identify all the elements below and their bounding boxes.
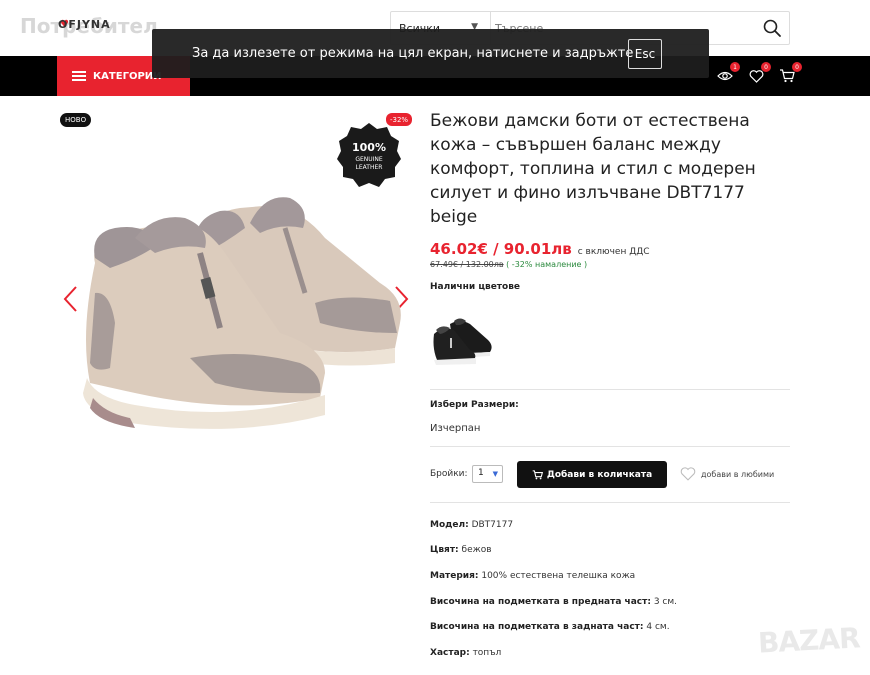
site-logo[interactable]: Потребител ♥ OFJYNA [20,14,158,38]
add-to-cart-button[interactable]: Добави в количката [517,461,667,488]
hamburger-icon [72,71,86,81]
spec-material: Материя: 100% естествена телешка кожа [430,571,635,581]
spec-label: Материя: [430,571,479,581]
spec-back-sole-height: Височина на подметката в задната част: 4… [430,622,670,632]
cart-count-badge: 0 [792,62,802,72]
colors-label: Налични цветове [430,282,521,292]
old-price-row: 67.49€ / 132.00лв ( -32% намаление ) [430,260,587,269]
add-to-cart-label: Добави в количката [546,469,653,480]
seal-line-1: 100% [352,141,386,154]
product-image [83,197,401,429]
sizes-status: Изчерпан [430,423,481,434]
fullscreen-notice-text: За да излезете от режима на цял екран, н… [192,46,634,61]
search-icon [763,19,781,37]
quantity-select[interactable]: 1 ▼ [472,465,503,483]
chevron-down-icon: ▼ [492,470,498,478]
spec-value: 3 см. [653,597,678,607]
genuine-leather-seal: 100% GENUINE LEATHER [337,123,401,187]
spec-label: Височина на подметката в предната част: [430,597,651,607]
spec-value: бежов [461,545,492,555]
quantity-label: Бройки: [430,469,468,479]
product-title: Бежови дамски боти от естествена кожа – … [430,111,756,227]
discount-text: ( -32% намаление ) [506,260,588,269]
spec-model: Модел: DBT7177 [430,520,513,530]
favorites-button[interactable]: 0 [746,62,771,86]
eye-icon [717,71,733,81]
add-to-favorites-link[interactable]: добави в любими [680,467,774,481]
price-row: 46.02€ / 90.01лв с включен ДДС [430,240,650,258]
spec-color: Цвят: бежов [430,545,492,555]
cart-button[interactable]: 0 [777,62,802,86]
divider [430,502,790,503]
cart-icon [780,69,795,83]
spec-label: Модел: [430,520,469,530]
heart-icon [749,69,763,83]
price-old: 67.49€ / 132.00лв [430,260,504,269]
spec-value: DBT7177 [471,520,514,530]
spec-value: 4 см. [646,622,670,632]
new-badge: НОВО [60,113,92,127]
fullscreen-exit-notice: За да излезете от режима на цял екран, н… [152,29,709,78]
nav-icons: 1 0 0 [715,56,802,96]
page: Потребител ♥ OFJYNA Всички ▼ За да излез… [0,0,870,675]
spec-value: топъл [472,648,502,658]
sizes-label: Избери Размери: [430,400,519,410]
seal-line-3: LEATHER [356,164,383,171]
spec-value: 100% естествена телешка кожа [481,571,636,581]
quantity-value: 1 [478,468,484,478]
price-vat-note: с включен ДДС [577,247,650,257]
bazar-watermark: BAZAR [757,621,861,660]
seal-line-2: GENUINE [355,156,383,163]
spec-lining: Хастар: топъл [430,648,501,658]
spec-label: Хастар: [430,648,470,658]
views-count-badge: 1 [730,62,740,72]
views-button[interactable]: 1 [715,62,740,86]
spec-front-sole-height: Височина на подметката в предната част: … [430,597,677,607]
favorites-count-badge: 0 [761,62,771,72]
spec-label: Височина на подметката в задната част: [430,622,644,632]
search-button[interactable] [755,12,789,44]
price-current: 46.02€ / 90.01лв [430,240,572,258]
favorites-label: добави в любими [701,469,775,479]
divider [430,389,790,390]
esc-key-hint: Esc [628,39,662,69]
cart-icon [532,469,543,479]
logo-brand: OFJYNA [58,18,111,31]
color-option-black[interactable] [430,316,496,366]
spec-label: Цвят: [430,545,459,555]
heart-outline-icon [680,467,696,481]
divider [430,446,790,447]
